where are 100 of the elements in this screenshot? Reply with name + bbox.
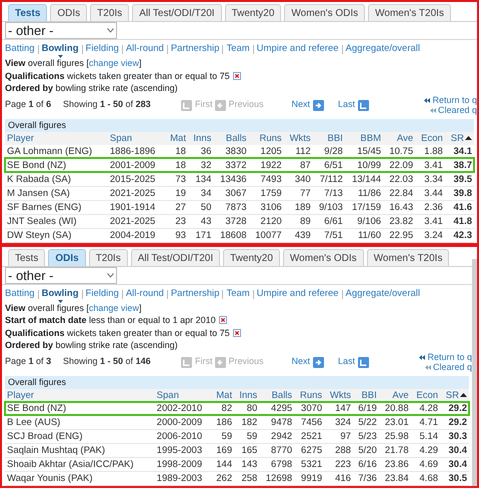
category-link[interactable]: Bowling xyxy=(42,43,79,55)
tab[interactable]: Tests xyxy=(8,4,48,21)
category-link[interactable]: Fielding xyxy=(86,43,119,55)
remove-filter-icon[interactable] xyxy=(232,72,241,80)
caret-icon xyxy=(58,300,63,302)
table-cell: 36 xyxy=(188,144,214,158)
format-dropdown[interactable]: - other - xyxy=(5,266,117,284)
pager-button[interactable]: Next xyxy=(292,98,324,112)
category-link[interactable]: Bowling xyxy=(42,288,79,300)
change-view-link[interactable]: change view xyxy=(88,58,139,68)
scrollbar[interactable] xyxy=(472,258,477,486)
column-header[interactable]: Runs xyxy=(294,388,324,402)
category-link[interactable]: Partnership xyxy=(170,288,220,300)
tab[interactable]: T20Is xyxy=(88,248,128,266)
filter-text: Qualifications wickets taken greater than or equal to 75 xyxy=(5,326,230,339)
tab[interactable]: ODIs xyxy=(48,248,86,266)
table-cell: 2001-2009 xyxy=(108,158,166,172)
category-link[interactable]: Aggregate/overall xyxy=(346,288,420,300)
tab[interactable]: Women's T20Is xyxy=(368,4,451,21)
table-cell: 18 xyxy=(165,144,188,158)
table-cell: 416 xyxy=(324,471,353,485)
column-header[interactable]: SR xyxy=(440,388,469,402)
column-header[interactable]: Span xyxy=(108,132,166,144)
table-cell: 73 xyxy=(165,172,188,186)
column-header[interactable]: Balls xyxy=(259,388,294,402)
double-arrow-icon xyxy=(430,108,436,112)
pager-button[interactable]: Next xyxy=(292,355,324,369)
table-cell: 30.4 xyxy=(440,457,469,471)
format-dropdown[interactable]: - other - xyxy=(5,22,117,39)
table-cell: 15/45 xyxy=(344,144,384,158)
tab[interactable]: ODIs xyxy=(50,4,88,21)
table-cell: 3067 xyxy=(213,186,249,200)
table-cell: 1922 xyxy=(248,158,284,172)
column-header[interactable]: Player xyxy=(5,388,155,402)
tab[interactable]: T20Is xyxy=(90,4,130,21)
table-cell: 3.34 xyxy=(415,172,445,186)
tab[interactable]: Tests xyxy=(8,248,46,266)
tab[interactable]: Twenty20 xyxy=(223,248,280,266)
query-link[interactable]: Return to q xyxy=(419,352,472,362)
category-link[interactable]: Batting xyxy=(5,288,35,300)
tab[interactable]: Women's ODIs xyxy=(282,248,364,266)
table-cell: 288 xyxy=(324,443,353,457)
right-arrow-icon xyxy=(313,356,324,368)
table-cell: 89 xyxy=(284,214,313,228)
category-link[interactable]: Fielding xyxy=(86,288,119,300)
query-link[interactable]: Return to q xyxy=(424,95,477,105)
change-view-link[interactable]: change view xyxy=(88,302,139,313)
table-cell: 32 xyxy=(188,158,214,172)
table-cell: 1886-1896 xyxy=(108,144,166,158)
category-link[interactable]: Aggregate/overall xyxy=(346,43,420,55)
column-header[interactable]: Inns xyxy=(234,388,260,402)
column-header[interactable]: Runs xyxy=(248,132,284,144)
tab[interactable]: All Test/ODI/T20I xyxy=(132,4,222,21)
category-link[interactable]: Team xyxy=(226,43,250,55)
caret-icon xyxy=(58,55,63,58)
tab[interactable]: Women's ODIs xyxy=(284,4,366,21)
table-cell: 5/23 xyxy=(352,429,379,443)
category-link[interactable]: All-round xyxy=(126,288,164,300)
category-link[interactable]: Partnership xyxy=(170,43,220,55)
category-link[interactable]: All-round xyxy=(126,43,164,55)
table-cell: 4.28 xyxy=(410,402,440,415)
column-header[interactable]: BBM xyxy=(344,132,384,144)
page-end-icon xyxy=(181,356,192,368)
filter-text: Ordered by bowling strike rate (ascending) xyxy=(5,339,178,352)
showing-count: Showing 1 - 50 of 146 xyxy=(63,355,152,368)
column-header[interactable]: Econ xyxy=(415,132,445,144)
query-link[interactable]: Cleared q xyxy=(424,362,472,372)
table-cell: B Lee (AUS) xyxy=(5,415,155,429)
double-arrow-icon xyxy=(424,364,431,370)
category-link[interactable]: Team xyxy=(226,288,250,300)
table-cell: 93 xyxy=(165,228,188,242)
column-header[interactable]: Ave xyxy=(383,132,416,144)
table-cell: 2021-2025 xyxy=(108,214,166,228)
column-header[interactable]: Wkts xyxy=(324,388,353,402)
column-header[interactable]: Mat xyxy=(165,132,188,144)
table-cell: 262 xyxy=(211,471,234,485)
tab[interactable]: Twenty20 xyxy=(224,4,282,21)
remove-filter-icon[interactable] xyxy=(232,328,241,337)
table-cell: 30.3 xyxy=(440,429,469,443)
double-arrow-icon xyxy=(419,354,426,360)
table-cell: 1995-2003 xyxy=(154,443,212,457)
column-header[interactable]: Mat xyxy=(211,388,234,402)
category-link[interactable]: Umpire and referee xyxy=(256,43,339,55)
category-link[interactable]: Batting xyxy=(5,43,35,55)
table-cell: SF Barnes (ENG) xyxy=(5,200,108,214)
tab[interactable]: Women's T20Is xyxy=(366,248,450,266)
column-header[interactable]: Player xyxy=(5,132,108,144)
table-cell: 41.6 xyxy=(444,200,474,214)
table-cell: 2942 xyxy=(259,429,294,443)
tab[interactable]: All Test/ODI/T20I xyxy=(130,248,220,266)
column-header[interactable]: Balls xyxy=(213,132,249,144)
pager-button[interactable]: Last xyxy=(338,355,370,369)
table-cell: 9919 xyxy=(294,471,324,485)
category-link[interactable]: Umpire and referee xyxy=(256,288,339,300)
column-header[interactable]: Span xyxy=(154,388,212,402)
right-arrow-icon xyxy=(313,100,324,110)
query-link[interactable]: Cleared q xyxy=(430,105,477,115)
pager-button[interactable]: Last xyxy=(338,98,370,112)
remove-filter-icon[interactable] xyxy=(218,316,227,324)
table-cell: 5321 xyxy=(294,457,324,471)
